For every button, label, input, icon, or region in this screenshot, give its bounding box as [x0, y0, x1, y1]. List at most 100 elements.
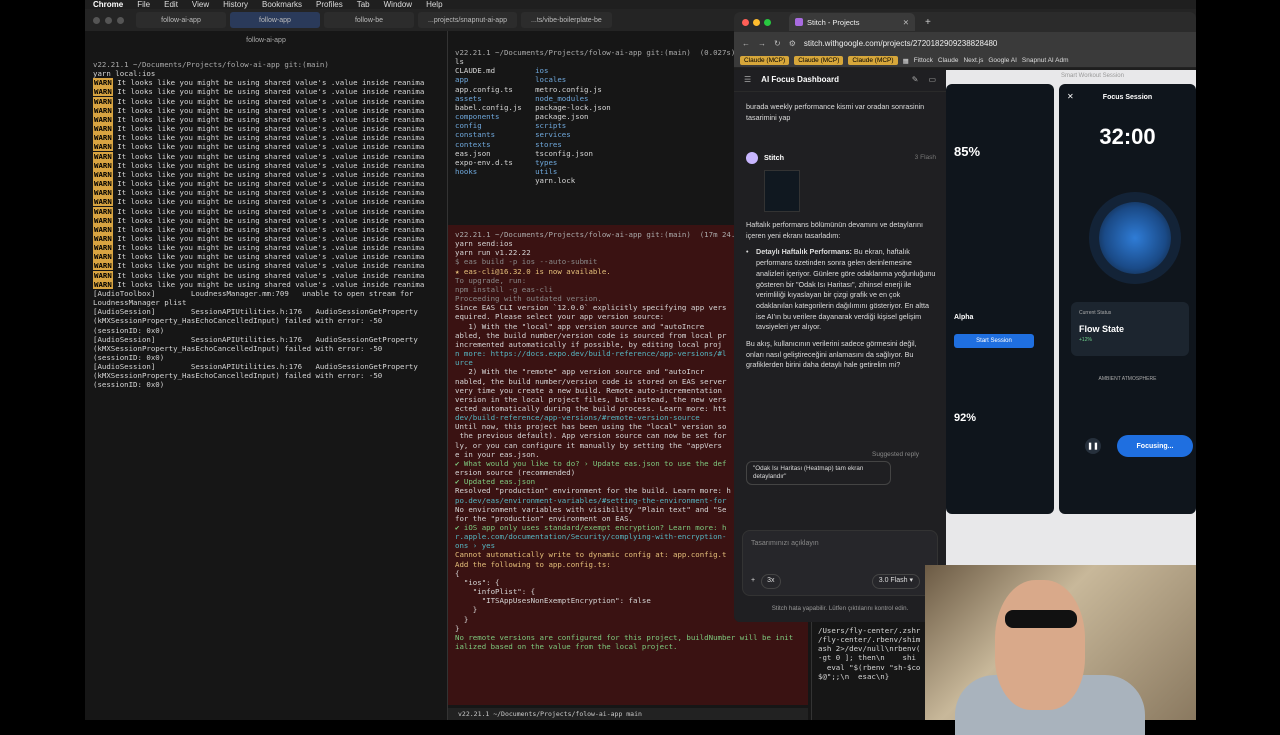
warn-text: It looks like you might be using shared …: [112, 124, 425, 134]
audio-log-line: [AudioSession] SessionAPIUtilities.h:176…: [93, 334, 418, 344]
bookmark-5[interactable]: Claude: [938, 57, 959, 64]
right-terminal-output[interactable]: /Users/fly-center/.zshr/fly-center/.rben…: [818, 626, 938, 706]
menubar-tab[interactable]: Tab: [357, 0, 370, 9]
audio-log-line: [AudioSession] SessionAPIUtilities.h:176…: [93, 307, 418, 317]
warn-badge: WARN: [93, 279, 113, 289]
start-session-button[interactable]: Start Session: [954, 334, 1034, 348]
warn-text: It looks like you might be using shared …: [112, 96, 425, 106]
warn-text: It looks like you might be using shared …: [112, 261, 425, 271]
menubar-file[interactable]: File: [137, 0, 150, 9]
chrome-zoom-dot[interactable]: [764, 18, 771, 26]
model-select[interactable]: 3.0 Flash ▾: [871, 574, 920, 589]
menubar-bookmarks[interactable]: Bookmarks: [262, 0, 302, 9]
bookmark-8[interactable]: Snapnut AI Adm: [1022, 57, 1069, 64]
phone-frame-workout[interactable]: 85% Alpha Start Session 92%: [946, 84, 1054, 514]
chrome-close-dot[interactable]: [742, 18, 749, 26]
reload-icon[interactable]: ↻: [774, 39, 781, 48]
terminal-tab-1[interactable]: follow-ai-app: [136, 12, 226, 28]
ls-entry: tsconfig.json: [535, 148, 593, 158]
tab-close-icon[interactable]: ✕: [903, 18, 909, 27]
ls-row: contexts stores: [455, 140, 737, 149]
focus-orb-icon[interactable]: [1099, 202, 1171, 274]
bookmark-7[interactable]: Google AI: [988, 57, 1017, 64]
menubar-history[interactable]: History: [223, 0, 248, 9]
warn-badge: WARN: [93, 179, 113, 189]
edit-icon[interactable]: ✎: [912, 75, 919, 86]
flow-change: +12%: [1079, 337, 1092, 343]
zoom-dot[interactable]: [117, 16, 124, 24]
menubar-help[interactable]: Help: [426, 0, 442, 9]
menu-icon[interactable]: ☰: [744, 75, 751, 86]
disclaimer: Stitch hata yapabilir. Lütfen çıktıların…: [771, 605, 909, 612]
design-thumbnail[interactable]: [764, 170, 800, 212]
menubar-edit[interactable]: Edit: [164, 0, 178, 9]
forward-icon[interactable]: →: [758, 39, 766, 48]
eas-line: ialized based on the value from the loca…: [455, 642, 678, 652]
status-label: Current Status: [1079, 310, 1112, 316]
warn-line: WARN It looks like you might be using sh…: [93, 206, 445, 216]
flow-state: Flow State: [1079, 324, 1125, 334]
bookmark-3[interactable]: Claude (MCP): [848, 56, 898, 65]
panel-toggle-icon[interactable]: ▭: [928, 75, 936, 86]
warn-line: WARN It looks like you might be using sh…: [93, 224, 445, 234]
ls-entry: constants: [455, 130, 536, 140]
warn-text: It looks like you might be using shared …: [112, 188, 425, 198]
ls-row: hooks utils: [455, 167, 737, 176]
new-tab-icon[interactable]: +: [925, 17, 931, 28]
bookmark-6[interactable]: Next.js: [963, 57, 983, 64]
bookmark-2[interactable]: Claude (MCP): [794, 56, 844, 65]
warn-text: It looks like you might be using shared …: [112, 142, 425, 152]
chrome-minimize-dot[interactable]: [753, 18, 760, 26]
focus-timer: 32:00: [1099, 124, 1156, 149]
eas-line: }: [455, 623, 460, 633]
pause-icon[interactable]: ❚❚: [1085, 438, 1101, 454]
ls-entry: package-lock.json: [535, 102, 611, 112]
warn-text: It looks like you might be using shared …: [112, 114, 425, 124]
warn-badge: WARN: [93, 224, 113, 234]
prompt-placeholder[interactable]: Tasarımınızı açıklayın: [751, 539, 819, 550]
left-pane-title: follow-ai-app: [246, 37, 286, 44]
menubar-profiles[interactable]: Profiles: [316, 0, 343, 9]
variants-button[interactable]: 3x: [761, 574, 781, 589]
ls-terminal-output[interactable]: v22.21.1 ~/Documents/Projects/folow-ai-a…: [455, 48, 737, 218]
audio-log-line: (kMXSessionProperty_HasEchoCancelledInpu…: [93, 371, 383, 381]
audio-log-line: [AudioToolbox] LoudnessManager.mm:709 un…: [93, 288, 414, 298]
warn-line: WARN It looks like you might be using sh…: [93, 243, 445, 253]
terminal-tab-3[interactable]: follow-be: [324, 12, 414, 28]
warn-text: It looks like you might be using shared …: [112, 133, 425, 143]
bookmark-4[interactable]: Fittock: [914, 57, 933, 64]
bookmark-1[interactable]: Claude (MCP): [740, 56, 790, 65]
minimize-dot[interactable]: [105, 16, 112, 24]
warn-badge: WARN: [93, 197, 113, 207]
ls-entry: components: [455, 112, 536, 122]
terminal-tab-5[interactable]: ...ts/vibe-boilerplate-be: [521, 12, 612, 28]
close-dot[interactable]: [93, 16, 100, 24]
warn-line: WARN It looks like you might be using sh…: [93, 179, 445, 189]
back-icon[interactable]: ←: [742, 39, 750, 48]
warn-text: It looks like you might be using shared …: [112, 233, 425, 243]
phone-frame-focus[interactable]: ✕ Focus Session 32:00 Current Status Flo…: [1059, 84, 1196, 514]
left-terminal-output[interactable]: v22.21.1 ~/Documents/Projects/folow-ai-a…: [93, 60, 445, 700]
ls-entry: CLAUDE.md: [455, 66, 536, 76]
ls-entry: yarn.lock: [535, 176, 576, 186]
menubar-view[interactable]: View: [192, 0, 209, 9]
apps-grid-icon[interactable]: ▦: [903, 57, 909, 65]
warn-badge: WARN: [93, 133, 113, 143]
terminal-tab-2[interactable]: follow-app: [230, 12, 320, 28]
chrome-tab-stitch[interactable]: Stitch - Projects ✕: [789, 13, 915, 31]
site-info-icon[interactable]: ⚙: [789, 39, 796, 48]
prompt-input-box[interactable]: Tasarımınızı açıklayın + 3x 3.0 Flash ▾ …: [742, 530, 938, 596]
warn-line: WARN It looks like you might be using sh…: [93, 252, 445, 262]
design-canvas[interactable]: Smart Workout Session 85% Alpha Start Se…: [946, 70, 1196, 622]
menubar-window[interactable]: Window: [384, 0, 412, 9]
address-bar[interactable]: stitch.withgoogle.com/projects/272018290…: [804, 39, 997, 48]
menubar-app-name[interactable]: Chrome: [93, 0, 123, 9]
add-icon[interactable]: +: [751, 576, 755, 587]
suggested-reply-label: Suggested reply: [872, 451, 919, 458]
ls-entry: ios: [535, 66, 549, 76]
focusing-button[interactable]: Focusing...: [1117, 435, 1193, 457]
warn-badge: WARN: [93, 105, 113, 115]
suggested-reply-chip[interactable]: "Odak Isı Haritası (Heatmap) tam ekran d…: [746, 461, 891, 485]
zsh-line: /fly-center/.rbenv/shim: [818, 635, 921, 645]
terminal-tab-4[interactable]: ...projects/snapnut-ai-app: [418, 12, 517, 28]
